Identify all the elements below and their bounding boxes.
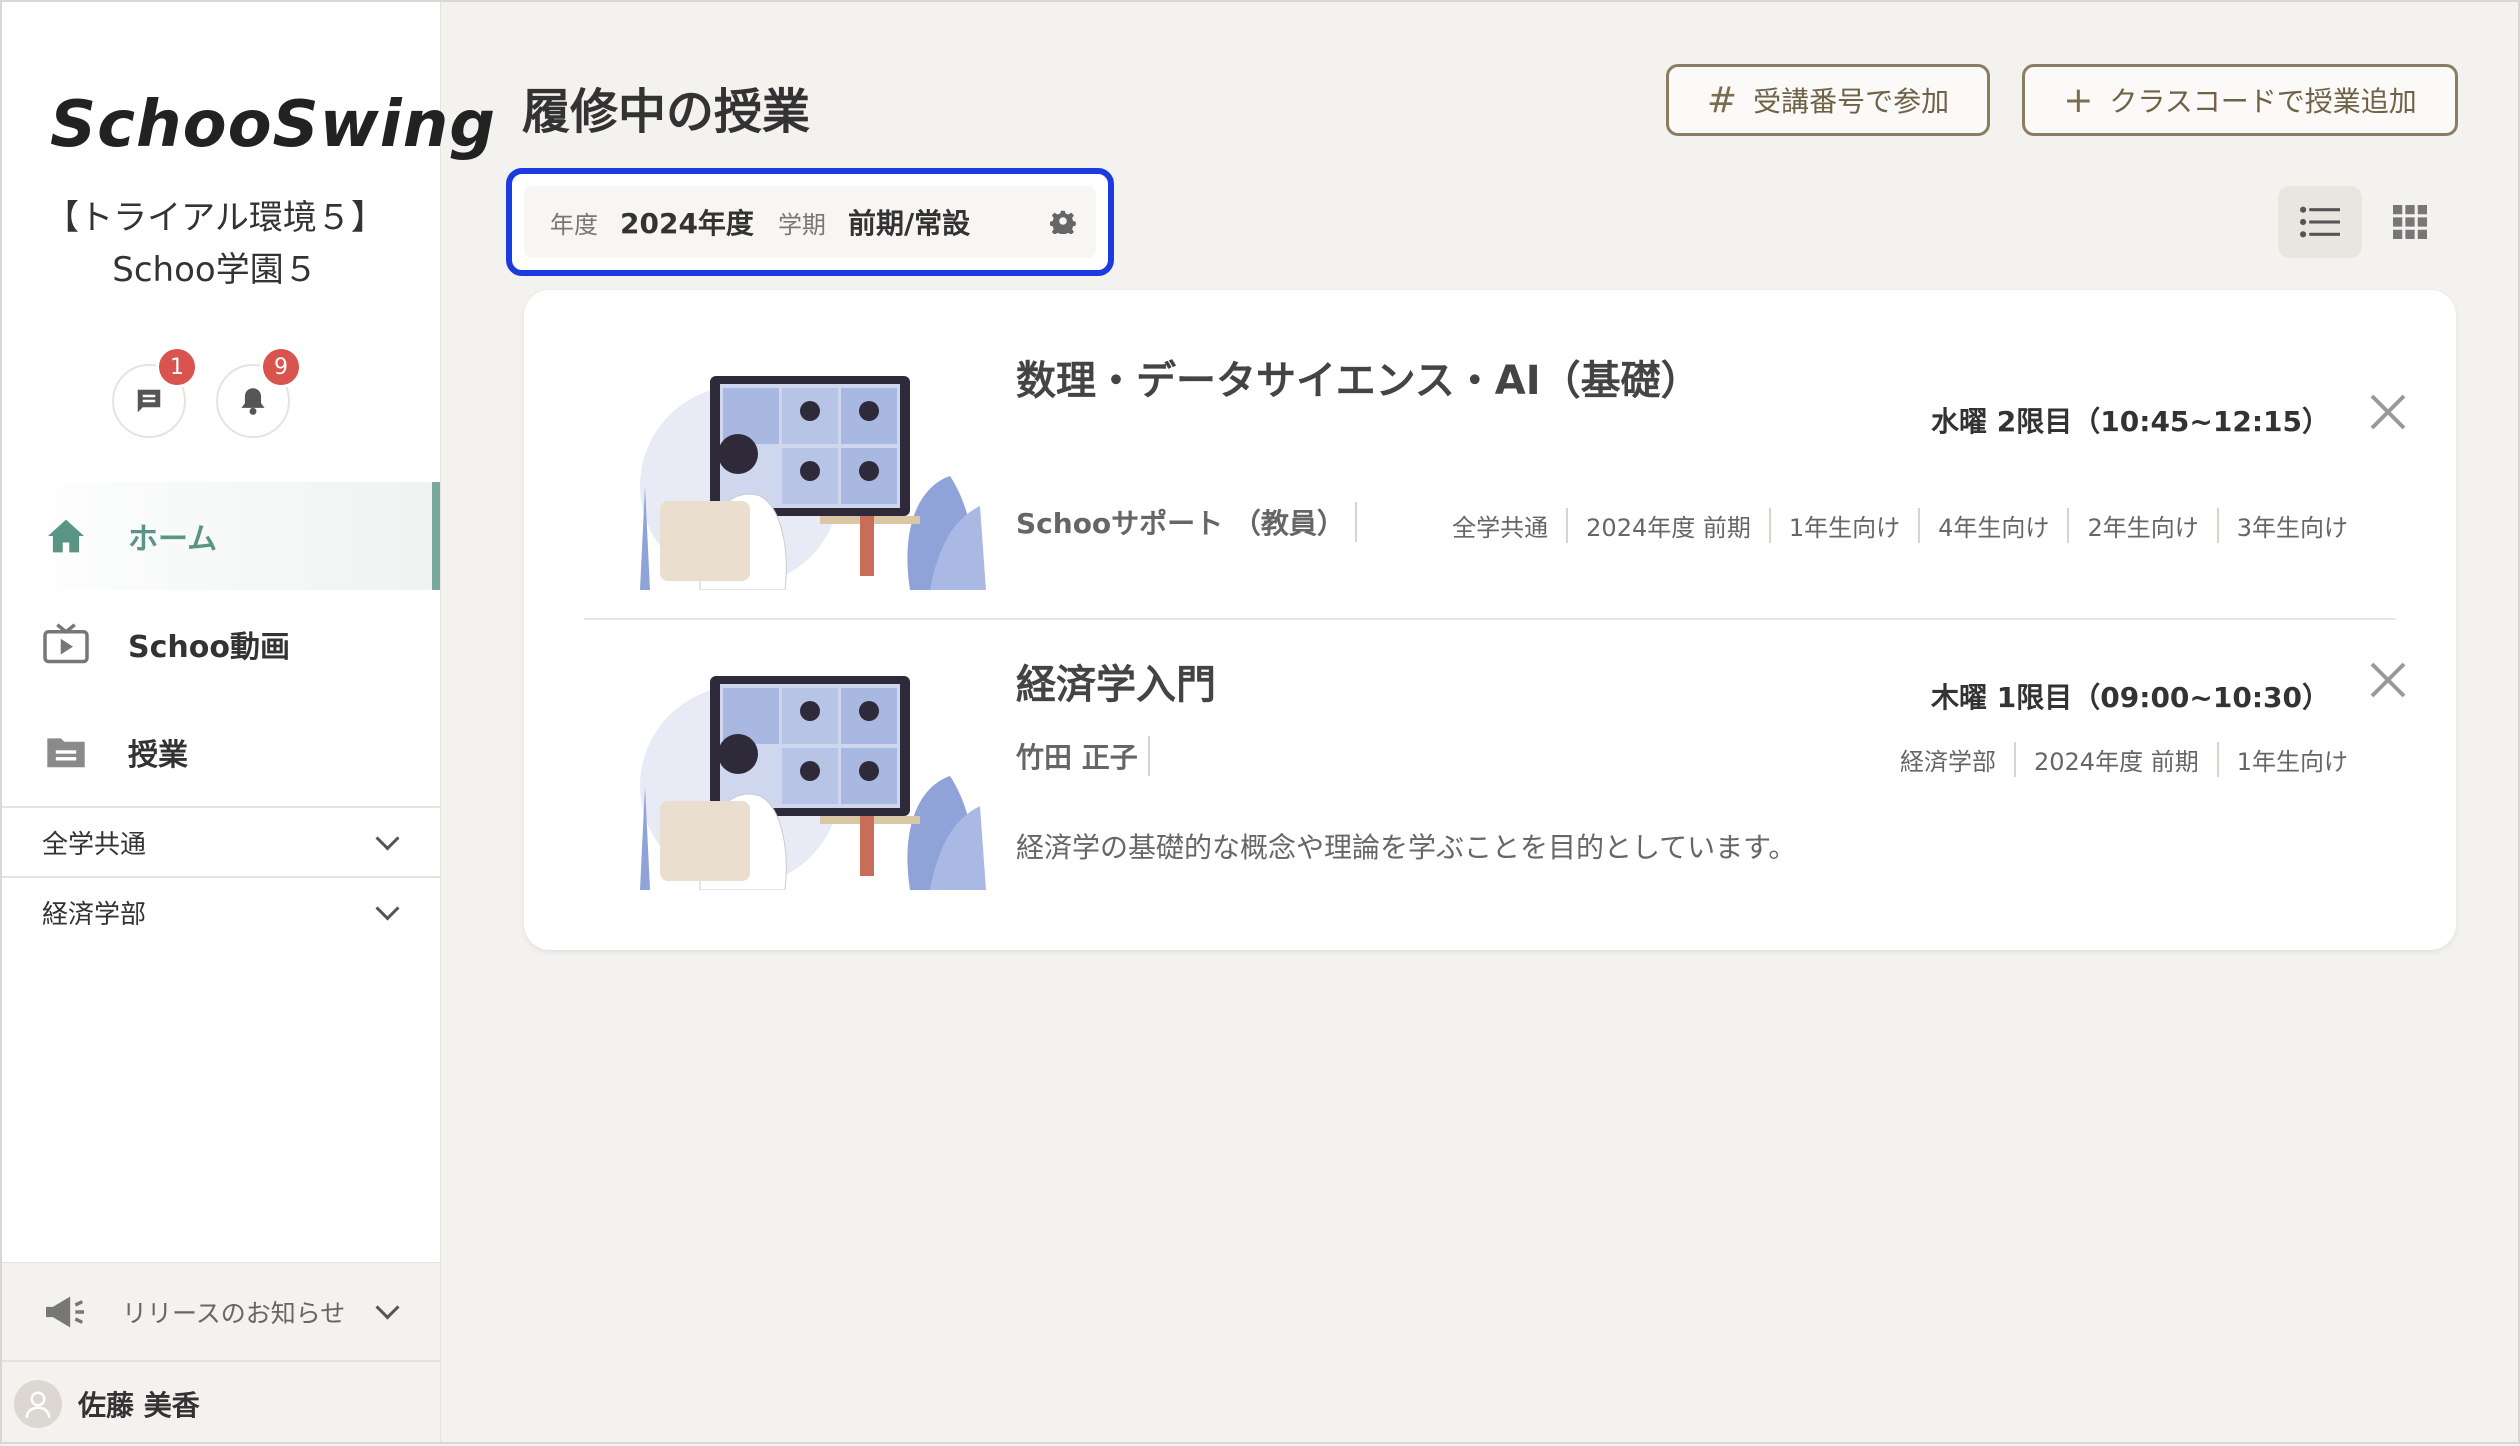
- avatar: [14, 1380, 62, 1428]
- term-value: 前期/常設: [847, 207, 971, 240]
- course-tag: 2024年度 前期: [1566, 508, 1769, 543]
- course-schedule: 水曜 2限目（10:45~12:15）: [1931, 405, 2330, 438]
- course-tag: 3年生向け: [2216, 508, 2348, 543]
- hash-icon: #: [1706, 79, 1738, 121]
- term-filter-highlight: 年度 2024年度 学期 前期/常設: [506, 168, 1114, 276]
- add-by-class-code-button[interactable]: + クラスコードで授業追加: [2022, 64, 2458, 136]
- course-list: 数理・データサイエンス・AI（基礎） 水曜 2限目（10:45~12:15） S…: [524, 290, 2456, 950]
- nav-item-home[interactable]: ホーム: [0, 482, 440, 590]
- nav-item-label: Schoo動画: [128, 630, 290, 665]
- course-tags: 経済学部 2024年度 前期 1年生向け: [1882, 742, 2348, 777]
- chevron-down-icon: [375, 896, 400, 921]
- user-menu[interactable]: 佐藤 美香: [0, 1360, 440, 1446]
- tv-icon: [42, 620, 90, 668]
- list-view-toggle[interactable]: [2278, 186, 2362, 258]
- messages-badge: 1: [156, 346, 198, 388]
- sidebar: SchooSwing 【トライアル環境５】Schoo学園５ 1 9 ホーム Sc…: [0, 0, 495, 1446]
- course-title[interactable]: 数理・データサイエンス・AI（基礎）: [1016, 348, 1701, 406]
- course-tags: 全学共通 2024年度 前期 1年生向け 4年生向け 2年生向け 3年生向け: [1434, 508, 2348, 543]
- folder-icon: [42, 728, 90, 776]
- course-description: 経済学の基礎的な概念や理論を学ぶことを目的としています。: [1016, 831, 1797, 864]
- nav-item-label: 授業: [128, 738, 188, 773]
- course-tag: 2024年度 前期: [2014, 742, 2217, 777]
- release-notes-toggle[interactable]: リリースのお知らせ: [0, 1262, 440, 1361]
- course-tag: 1年生向け: [2216, 742, 2348, 777]
- messages-button[interactable]: 1: [112, 346, 198, 438]
- close-icon[interactable]: [2368, 660, 2408, 700]
- button-label: 受講番号で参加: [1753, 85, 1950, 118]
- term-filter[interactable]: 年度 2024年度 学期 前期/常設: [524, 186, 1096, 258]
- course-item[interactable]: 数理・データサイエンス・AI（基礎） 水曜 2限目（10:45~12:15） S…: [524, 290, 2456, 618]
- user-name: 佐藤 美香: [78, 1389, 200, 1422]
- megaphone-icon: [42, 1293, 88, 1335]
- page-title: 履修中の授業: [522, 84, 811, 140]
- sidebar-group-zengaku[interactable]: 全学共通: [0, 808, 440, 876]
- join-by-number-button[interactable]: # 受講番号で参加: [1666, 64, 1990, 136]
- list-icon: [2300, 206, 2340, 238]
- release-label: リリースのお知らせ: [122, 1299, 346, 1328]
- term-key: 学期: [777, 210, 826, 239]
- chevron-down-icon: [375, 1295, 400, 1320]
- group-label: 全学共通: [42, 829, 147, 860]
- nav-item-classes[interactable]: 授業: [0, 698, 440, 806]
- course-teacher: Schooサポート （教員）: [1016, 502, 1357, 542]
- course-tag: 2年生向け: [2067, 508, 2216, 543]
- plus-icon: +: [2063, 79, 2094, 121]
- close-icon[interactable]: [2368, 392, 2408, 432]
- course-thumbnail: [640, 376, 986, 590]
- course-tag: 4年生向け: [1918, 508, 2067, 543]
- year-key: 年度: [550, 210, 598, 239]
- grid-icon: [2393, 205, 2427, 239]
- group-label: 経済学部: [42, 899, 147, 930]
- nav-item-schoo-video[interactable]: Schoo動画: [0, 590, 440, 698]
- course-tag: 経済学部: [1900, 748, 1996, 776]
- nav-item-label: ホーム: [128, 522, 218, 557]
- home-icon: [42, 512, 90, 560]
- bell-icon: [241, 388, 265, 415]
- app-logo[interactable]: SchooSwing: [50, 88, 496, 162]
- course-teacher: 竹田 正子: [1016, 736, 1150, 776]
- course-tag: 1年生向け: [1768, 508, 1918, 543]
- button-label: クラスコードで授業追加: [2109, 85, 2417, 118]
- chevron-down-icon: [375, 826, 400, 851]
- chat-icon: [137, 389, 161, 413]
- organization-name: 【トライアル環境５】Schoo学園５: [45, 198, 385, 290]
- gear-icon[interactable]: [1050, 208, 1076, 238]
- year-value: 2024年度: [620, 207, 754, 240]
- course-schedule: 木曜 1限目（09:00~10:30）: [1931, 681, 2330, 714]
- sidebar-group-economics[interactable]: 経済学部: [0, 878, 440, 946]
- notifications-badge: 9: [260, 346, 302, 388]
- course-thumbnail: [640, 676, 986, 890]
- course-tag: 全学共通: [1452, 514, 1549, 542]
- course-title[interactable]: 経済学入門: [1016, 652, 1216, 710]
- notifications-button[interactable]: 9: [216, 346, 302, 438]
- course-item[interactable]: 経済学入門 木曜 1限目（09:00~10:30） 竹田 正子 経済学部 202…: [524, 620, 2456, 950]
- grid-view-toggle[interactable]: [2368, 186, 2452, 258]
